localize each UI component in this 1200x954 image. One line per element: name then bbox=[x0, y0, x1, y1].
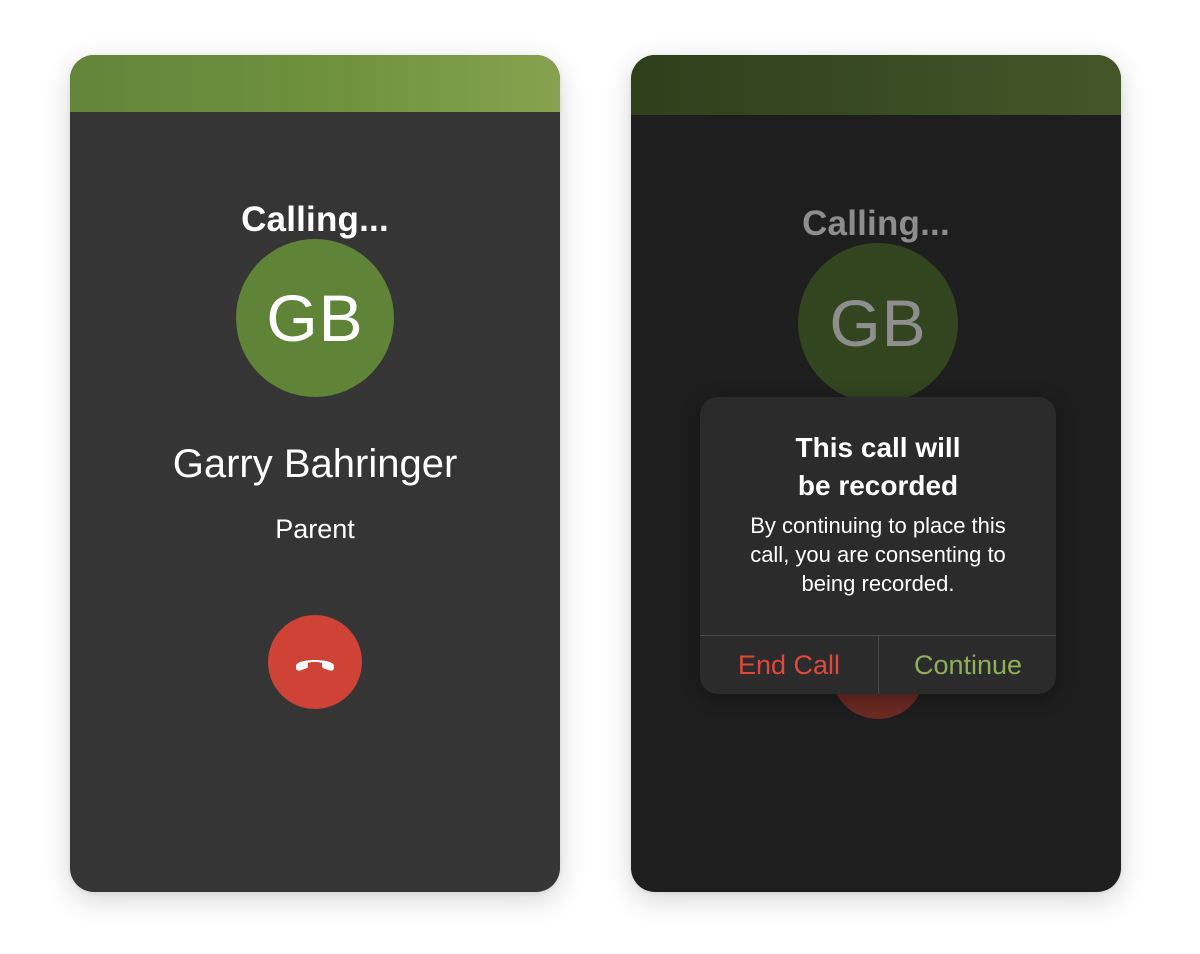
avatar-initials: GB bbox=[829, 286, 927, 360]
dialog-message-line: being recorded. bbox=[801, 571, 955, 596]
avatar-initials: GB bbox=[266, 281, 364, 355]
calling-screen: Calling... GB Garry Bahringer Parent bbox=[70, 55, 560, 892]
dialog-title: This call will be recorded bbox=[700, 429, 1056, 505]
dialog-message-line: call, you are consenting to bbox=[750, 542, 1006, 567]
caller-role: Parent bbox=[275, 514, 355, 544]
dialog-message: By continuing to place this call, you ar… bbox=[716, 511, 1040, 598]
calling-screen-with-dialog: Calling... GB This call will be recorded… bbox=[631, 55, 1121, 892]
status-header-bar bbox=[631, 55, 1121, 115]
caller-name: Garry Bahringer bbox=[172, 442, 458, 486]
dialog-title-line: be recorded bbox=[797, 470, 959, 501]
recording-consent-dialog: This call will be recorded By continuing… bbox=[700, 397, 1056, 694]
phone-hangup-icon bbox=[296, 660, 334, 671]
dialog-title-line: This call will bbox=[795, 432, 961, 463]
call-status-text: Calling... bbox=[241, 200, 389, 239]
status-header-bar bbox=[70, 55, 560, 112]
call-status-text: Calling... bbox=[802, 204, 950, 243]
end-call-dialog-button[interactable]: End Call bbox=[700, 636, 878, 694]
end-call-button[interactable] bbox=[268, 615, 362, 709]
dialog-message-line: By continuing to place this bbox=[750, 513, 1006, 538]
continue-dialog-button[interactable]: Continue bbox=[879, 636, 1056, 694]
caller-avatar: GB bbox=[236, 239, 394, 397]
caller-avatar: GB bbox=[798, 243, 958, 403]
